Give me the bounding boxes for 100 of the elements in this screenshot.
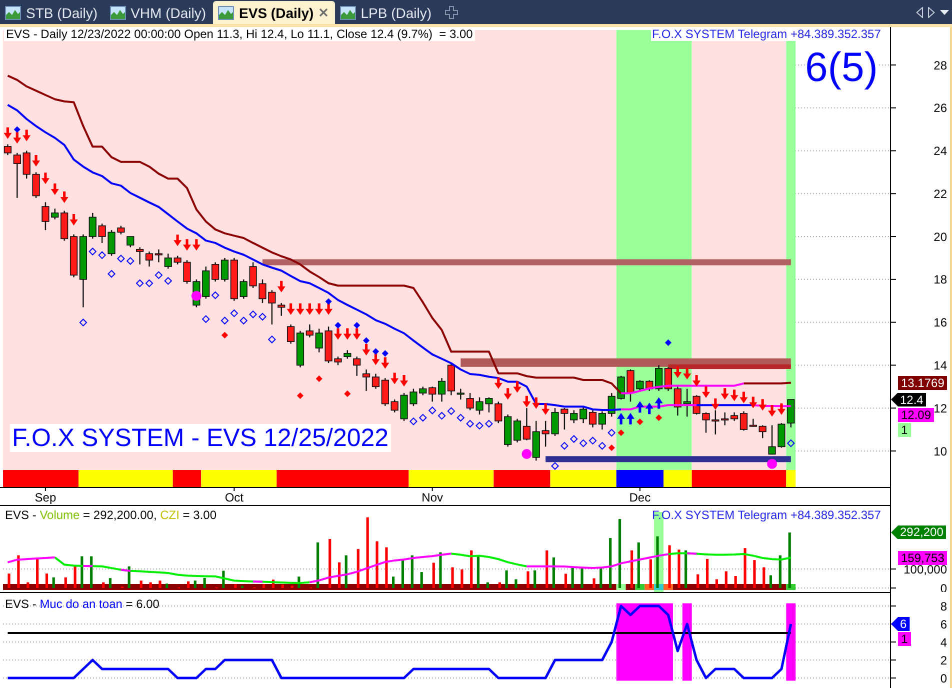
candlestick (334, 356, 342, 366)
candlestick (588, 410, 597, 428)
pane-title: EVS - Muc do an toan = 6.00 (5, 597, 160, 611)
axis-label: 100,000 (904, 562, 947, 576)
candlestick (249, 262, 257, 288)
candlestick (778, 423, 786, 448)
candlestick (466, 393, 474, 410)
candlestick (513, 418, 522, 442)
candlestick (117, 226, 125, 234)
month-label: Sep (34, 490, 56, 504)
candlestick (419, 386, 427, 396)
candlestick (108, 230, 116, 256)
candlestick (174, 256, 182, 264)
value-badge: 6 (891, 616, 910, 631)
axis-label: 2 (940, 653, 947, 668)
axis-label: 24 (934, 144, 947, 158)
candlestick (164, 254, 172, 269)
candlestick (400, 393, 408, 421)
candlestick (456, 388, 464, 400)
candlestick (32, 172, 40, 198)
chart-icon (340, 6, 356, 20)
axis-label: 20 (934, 230, 947, 244)
axis-label: 6 (940, 617, 947, 632)
candlestick (692, 395, 700, 415)
candlestick (324, 326, 332, 364)
contact-label: F.O.X SYSTEM Telegram +84.389.352.357 (651, 508, 882, 522)
chart-caption: F.O.X SYSTEM - EVS 12/25/2022 (10, 424, 391, 452)
candlestick (494, 402, 502, 424)
candlestick (145, 252, 154, 267)
candlestick (617, 376, 625, 400)
candlestick (768, 425, 776, 455)
candlestick (258, 279, 266, 303)
candlestick (626, 369, 634, 402)
value-badge: 12.4 (891, 392, 926, 406)
candlestick (721, 412, 729, 426)
candlestick (683, 388, 691, 417)
signal-strip-segment (550, 470, 616, 487)
axis-label: 28 (934, 58, 947, 72)
axis-label: 12 (934, 401, 947, 416)
value-badge: 13.1769 (898, 376, 948, 390)
chart-title: EVS - Daily 12/23/2022 00:00:00 Open 11.3, Hi 12.4, Lo 11.1, Close 12.4 (9.7%) = 3.00 (4, 27, 475, 41)
pane-title: EVS - Volume = 292,200.00, CZI = 3.00 (5, 508, 216, 522)
candlestick (240, 279, 248, 299)
candlestick (98, 224, 106, 243)
chart-tab[interactable]: VHM (Daily) (104, 1, 214, 24)
candlestick (344, 350, 352, 359)
candlestick (126, 236, 134, 248)
value-badge: 292,200 (891, 525, 946, 540)
chart-icon (218, 6, 234, 20)
axis-label: 0 (940, 671, 947, 686)
candlestick (712, 410, 720, 434)
candlestick (485, 397, 493, 412)
candlestick (551, 408, 559, 436)
month-label: Oct (224, 490, 244, 504)
candlestick (268, 290, 276, 324)
candlestick (362, 369, 370, 391)
caret-down-icon[interactable] (940, 10, 949, 14)
value-badge: 12.09 (898, 408, 934, 422)
candlestick (560, 408, 568, 430)
axis-label: 22 (934, 186, 947, 201)
chart-icon (5, 6, 21, 20)
candlestick (758, 425, 766, 438)
axis-label: 8 (940, 599, 947, 614)
month-label: Nov (422, 490, 443, 504)
candlestick (278, 303, 286, 316)
chart-tab[interactable]: LPB (Daily) (334, 1, 439, 24)
chart-tab[interactable]: EVS (Daily) (213, 1, 335, 24)
chart-icon (110, 6, 126, 20)
candlestick (390, 400, 398, 412)
candlestick (315, 328, 323, 352)
value-badge: 1 (898, 632, 911, 646)
candlestick (51, 208, 59, 220)
candlestick (646, 380, 654, 391)
axis-label: 16 (934, 316, 947, 330)
candlestick (636, 380, 644, 391)
axis-label: 4 (940, 635, 947, 650)
candlestick (532, 420, 540, 461)
candlestick (476, 397, 484, 415)
candlestick (183, 260, 191, 284)
axis-label: 0 (940, 581, 947, 592)
candlestick (410, 388, 418, 406)
axis-label: 26 (934, 101, 947, 116)
candlestick (664, 367, 672, 391)
candlestick (608, 393, 616, 417)
plus-icon[interactable] (444, 6, 458, 19)
month-label: Dec (629, 490, 651, 504)
candlestick (787, 399, 795, 428)
value-badge: 1 (898, 422, 911, 436)
contact-label: F.O.X SYSTEM Telegram +84.389.352.357 (651, 27, 882, 41)
axis-label: 10 (934, 444, 947, 458)
candlestick (202, 266, 210, 299)
right-arrow-icon[interactable] (928, 6, 935, 18)
value-badge: 159,753 (898, 550, 948, 565)
candlestick (42, 202, 50, 230)
candlestick (542, 420, 550, 447)
left-arrow-icon[interactable] (916, 6, 923, 18)
chart-tab[interactable]: STB (Daily) (0, 1, 105, 24)
candlestick (570, 410, 578, 424)
axis-label: 18 (934, 272, 947, 287)
close-icon[interactable] (318, 8, 328, 17)
